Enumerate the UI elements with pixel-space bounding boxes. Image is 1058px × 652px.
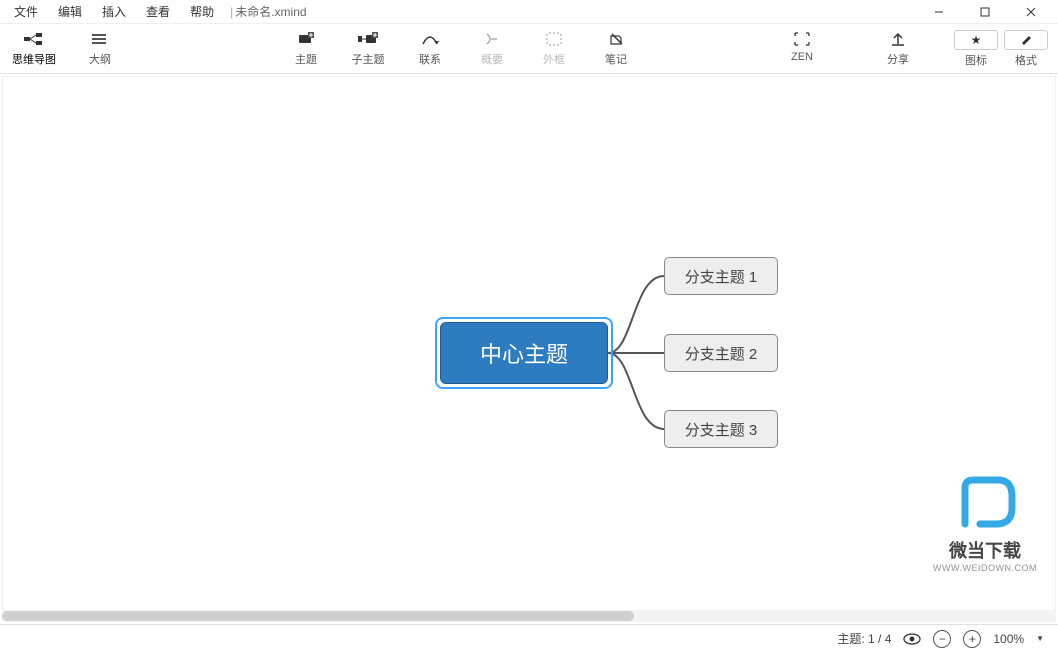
menu-view[interactable]: 查看 bbox=[136, 1, 180, 22]
outline-view-label: 大纲 bbox=[89, 51, 111, 67]
menu-file[interactable]: 文件 bbox=[4, 1, 48, 22]
status-bar: 主题: 1 / 4 − + 100% ▼ bbox=[0, 624, 1058, 652]
notes-button[interactable]: 笔记 bbox=[598, 31, 634, 67]
zoom-dropdown-icon[interactable]: ▼ bbox=[1036, 634, 1044, 643]
toolbar: 思维导图 大纲 主题 子主题 联系 概要 外框 笔记 bbox=[0, 24, 1058, 74]
horizontal-scrollbar[interactable] bbox=[2, 610, 1056, 622]
topic-counter: 主题: 1 / 4 bbox=[837, 630, 891, 647]
topic-icon bbox=[296, 31, 316, 47]
menu-edit[interactable]: 编辑 bbox=[48, 1, 92, 22]
zoom-out-button[interactable]: − bbox=[933, 630, 951, 648]
notes-icon bbox=[606, 31, 626, 47]
central-topic[interactable]: 中心主题 bbox=[440, 322, 608, 384]
toolbar-left-group: 思维导图 大纲 bbox=[12, 31, 118, 67]
topic-label: 主题 bbox=[295, 51, 317, 67]
close-button[interactable] bbox=[1008, 0, 1054, 24]
zoom-in-button[interactable]: + bbox=[963, 630, 981, 648]
mindmap-icon bbox=[24, 31, 44, 47]
icons-panel-button[interactable]: ★ bbox=[954, 30, 998, 50]
share-label: 分享 bbox=[887, 51, 909, 67]
format-panel-label: 格式 bbox=[1015, 52, 1037, 68]
toolbar-right-group: ZEN 分享 bbox=[784, 31, 916, 67]
window-controls bbox=[916, 0, 1054, 24]
watermark-brand: 微当下载 bbox=[933, 537, 1037, 563]
share-icon bbox=[888, 31, 908, 47]
relationship-icon bbox=[420, 31, 440, 47]
menu-help[interactable]: 帮助 bbox=[180, 1, 224, 22]
menu-insert[interactable]: 插入 bbox=[92, 1, 136, 22]
topic-button[interactable]: 主题 bbox=[288, 31, 324, 67]
toolbar-pills: ★ 图标 格式 bbox=[954, 30, 1048, 68]
mindmap-view-label: 思维导图 bbox=[12, 51, 56, 67]
relationship-label: 联系 bbox=[419, 51, 441, 67]
branch-topic-3[interactable]: 分支主题 3 bbox=[664, 410, 778, 448]
boundary-icon bbox=[544, 31, 564, 47]
subtopic-label: 子主题 bbox=[352, 51, 385, 67]
branch-topic-2[interactable]: 分支主题 2 bbox=[664, 334, 778, 372]
zen-icon bbox=[792, 31, 812, 47]
notes-label: 笔记 bbox=[605, 51, 627, 67]
summary-label: 概要 bbox=[481, 51, 503, 67]
minimize-button[interactable] bbox=[916, 0, 962, 24]
maximize-button[interactable] bbox=[962, 0, 1008, 24]
format-panel-button[interactable] bbox=[1004, 30, 1048, 50]
menu-bar: 文件 编辑 插入 查看 帮助 | 未命名.xmind bbox=[0, 0, 1058, 24]
watermark-logo-icon bbox=[950, 474, 1020, 532]
watermark-url: WWW.WEIDOWN.COM bbox=[933, 563, 1037, 573]
title-separator: | bbox=[230, 5, 233, 19]
summary-icon bbox=[482, 31, 502, 47]
watermark: 微当下载 WWW.WEIDOWN.COM bbox=[933, 474, 1037, 573]
mindmap-canvas[interactable]: 中心主题 分支主题 1 分支主题 2 分支主题 3 .sel-outline{t… bbox=[2, 76, 1056, 620]
mindmap-view-button[interactable]: 思维导图 bbox=[12, 31, 56, 67]
zoom-level[interactable]: 100% bbox=[993, 632, 1024, 646]
boundary-button[interactable]: 外框 bbox=[536, 31, 572, 67]
star-icon: ★ bbox=[971, 33, 982, 47]
boundary-label: 外框 bbox=[543, 51, 565, 67]
brush-icon bbox=[1019, 32, 1033, 49]
icons-panel-label: 图标 bbox=[965, 52, 987, 68]
outline-view-button[interactable]: 大纲 bbox=[82, 31, 118, 67]
relationship-button[interactable]: 联系 bbox=[412, 31, 448, 67]
subtopic-button[interactable]: 子主题 bbox=[350, 31, 386, 67]
share-button[interactable]: 分享 bbox=[880, 31, 916, 67]
subtopic-icon bbox=[358, 31, 378, 47]
outline-icon bbox=[90, 31, 110, 47]
zen-button[interactable]: ZEN bbox=[784, 31, 820, 63]
zen-label: ZEN bbox=[791, 51, 813, 63]
visibility-toggle[interactable] bbox=[903, 633, 921, 645]
branch-topic-1[interactable]: 分支主题 1 bbox=[664, 257, 778, 295]
document-title: 未命名.xmind bbox=[235, 3, 306, 20]
toolbar-mid-group: 主题 子主题 联系 概要 外框 笔记 bbox=[288, 31, 634, 67]
summary-button[interactable]: 概要 bbox=[474, 31, 510, 67]
